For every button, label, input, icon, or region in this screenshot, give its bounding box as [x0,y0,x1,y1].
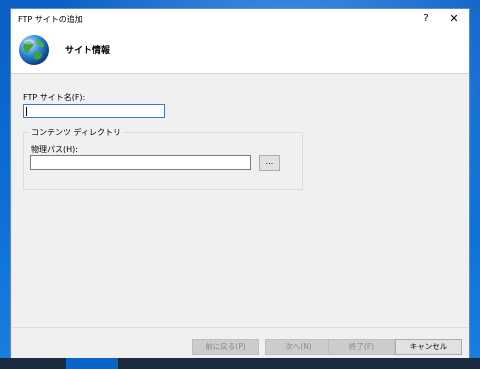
site-name-input[interactable] [23,104,165,118]
back-button[interactable]: 前に戻る(P) [192,339,259,355]
title-bar: FTP サイトの追加 ? ✕ [11,9,469,29]
text-caret [26,107,27,116]
help-button[interactable]: ? [419,12,433,26]
physical-path-label: 物理パス(H): [31,145,78,154]
globe-icon [19,35,49,65]
window-title: FTP サイトの追加 [18,15,83,24]
site-name-label: FTP サイト名(F): [23,93,86,102]
next-button[interactable]: 次へ(N) [265,339,332,355]
page-title: サイト情報 [65,46,111,56]
physical-path-input[interactable] [30,155,251,170]
finish-button[interactable]: 終了(F) [328,339,395,355]
content-directory-label: コンテンツ ディレクトリ [29,127,123,138]
cancel-button[interactable]: キャンセル [395,339,462,355]
close-button[interactable]: ✕ [447,12,461,26]
browse-button[interactable]: ... [259,155,280,171]
taskbar-app-button[interactable] [66,358,118,369]
wizard-header: サイト情報 [11,29,469,74]
add-ftp-site-dialog: FTP サイトの追加 ? ✕ サイト情報 FTP サイト名(F): コンテンツ … [10,8,470,364]
